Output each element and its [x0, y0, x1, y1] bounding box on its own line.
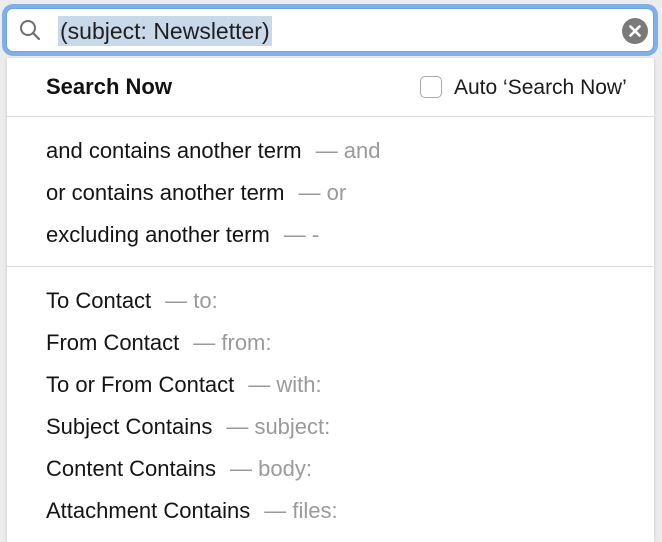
menu-item-content-contains[interactable]: Content Contains — body: — [46, 454, 312, 484]
clear-icon[interactable] — [622, 18, 648, 44]
search-icon — [19, 19, 41, 41]
menu-item-label: Content Contains — [46, 456, 216, 481]
menu-divider — [7, 266, 654, 267]
search-field[interactable]: (subject: Newsletter) — [6, 8, 654, 52]
auto-search-label: Auto ‘Search Now’ — [454, 76, 627, 99]
menu-divider — [7, 116, 654, 117]
menu-item-to-contact[interactable]: To Contact — to: — [46, 286, 218, 316]
menu-item-to-or-from-contact[interactable]: To or From Contact — with: — [46, 370, 322, 400]
menu-item-label: To or From Contact — [46, 372, 235, 397]
menu-header-row: Search Now Auto ‘Search Now’ — [7, 58, 654, 116]
menu-item-hint: — subject: — [226, 414, 331, 439]
search-window: (subject: Newsletter) Search Now Auto ‘S… — [0, 0, 662, 542]
menu-item-hint: — and — [315, 138, 381, 163]
menu-item-or[interactable]: or contains another term — or — [46, 178, 346, 208]
search-input[interactable]: (subject: Newsletter) — [58, 16, 272, 46]
menu-item-label: From Contact — [46, 330, 180, 355]
menu-item-attachment-contains[interactable]: Attachment Contains — files: — [46, 496, 338, 526]
menu-item-label: excluding another term — [46, 222, 270, 247]
search-now-button[interactable]: Search Now — [46, 73, 172, 101]
menu-item-label: Subject Contains — [46, 414, 213, 439]
menu-item-hint: — to: — [165, 288, 218, 313]
auto-search-checkbox[interactable] — [420, 76, 442, 98]
menu-item-subject-contains[interactable]: Subject Contains — subject: — [46, 412, 330, 442]
menu-item-label: Attachment Contains — [46, 498, 251, 523]
menu-item-label: and contains another term — [46, 138, 302, 163]
search-suggestions-menu: Search Now Auto ‘Search Now’ and contain… — [7, 58, 654, 542]
menu-item-hint: — body: — [230, 456, 312, 481]
menu-item-label: or contains another term — [46, 180, 285, 205]
menu-item-hint: — with: — [248, 372, 322, 397]
menu-item-hint: — files: — [264, 498, 338, 523]
menu-item-excluding[interactable]: excluding another term — - — [46, 220, 319, 250]
menu-item-label: To Contact — [46, 288, 152, 313]
menu-item-hint: — from: — [193, 330, 272, 355]
menu-item-and[interactable]: and contains another term — and — [46, 136, 380, 166]
menu-item-hint: — - — [283, 222, 320, 247]
menu-item-hint: — or — [298, 180, 347, 205]
menu-item-from-contact[interactable]: From Contact — from: — [46, 328, 272, 358]
